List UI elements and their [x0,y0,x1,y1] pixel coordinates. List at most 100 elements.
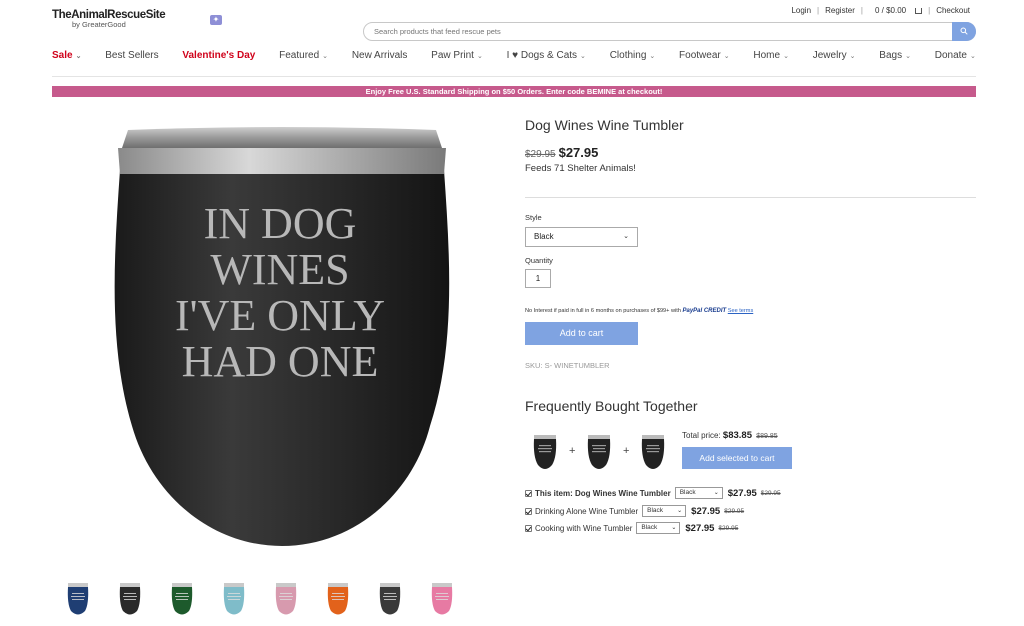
fbt-item-old-price: $29.95 [724,507,745,515]
style-select[interactable]: Black ⌄ [525,227,638,247]
nav-item[interactable]: I ♥ Dogs & Cats ⌄ [507,50,586,67]
main-nav: Sale ⌄ Best Sellers Valentine's Day Featured… [52,50,976,67]
see-terms-link[interactable]: See terms [728,308,754,314]
nav-item[interactable]: New Arrivals [352,50,408,67]
thumbnail-image [431,583,453,615]
fbt-total: Total price: $83.85 $89.85 [682,430,778,441]
product-thumbnail[interactable] [364,582,416,618]
fbt-product-image[interactable] [586,433,612,473]
checkout-link[interactable]: Checkout [930,6,976,15]
product-title: Dog Wines Wine Tumbler [525,117,684,133]
thumbnail-image [119,583,141,615]
cart-total: 0 / $0.00 [874,6,907,15]
fbt-style-select[interactable]: Black ⌄ [674,487,723,499]
total-label: Total price: [682,431,721,440]
nav-item[interactable]: Donate ⌄ [935,50,976,67]
add-to-cart-button[interactable]: Add to cart [525,322,638,345]
nav-item-label: Footwear [679,50,721,61]
chevron-down-icon: ⌄ [580,53,586,60]
plus-icon: + [569,445,576,457]
total-old-price: $89.85 [756,433,778,440]
chevron-down-icon: ⌄ [783,53,789,60]
fbt-style-select[interactable]: Black ⌄ [636,522,681,534]
fbt-item-name[interactable]: Drinking Alone Wine Tumbler [535,507,638,516]
nav-item-label: Home [753,50,781,61]
nav-item-label: New Arrivals [351,50,408,61]
fbt-item-price: $27.95 [727,487,757,499]
product-thumbnail[interactable] [312,582,364,618]
nav-item-label: Sale [52,50,73,61]
style-value: Black [534,232,554,241]
product-thumbnail[interactable] [52,582,104,618]
promo-banner[interactable]: Enjoy Free U.S. Standard Shipping on $50… [52,86,976,97]
product-thumbnail[interactable] [416,582,468,618]
quantity-input[interactable]: 1 [525,269,551,288]
tumbler-print: IN DOG WINES I'VE ONLY HAD ONE [175,199,385,386]
nav-item[interactable]: Featured ⌄ [279,50,328,67]
chevron-down-icon: ⌄ [476,53,483,60]
feeds-note: Feeds 71 Shelter Animals! [525,163,636,174]
fbt-item-checkbox[interactable] [525,507,532,515]
nav-divider [52,76,976,77]
section-divider [525,197,976,198]
fbt-item-price: $27.95 [685,522,715,534]
thumbnail-image [223,583,245,615]
fbt-title: Frequently Bought Together [525,398,698,414]
fbt-item-row: Cooking with Wine Tumbler Black ⌄ $27.95 $29… [525,522,738,534]
cart-link[interactable]: 0 / $0.00 [863,6,928,15]
nav-item-label: Paw Print [431,50,474,61]
nav-item[interactable]: Home ⌄ [753,50,789,67]
product-thumbnail[interactable] [104,582,156,618]
nav-item-label: Featured [279,50,320,61]
nav-item[interactable]: Clothing ⌄ [610,50,656,67]
product-thumbnail[interactable] [156,582,208,618]
thumbnail-image [67,583,89,615]
nav-item-label: Bags [879,50,903,61]
paypal-text: No Interest if paid in full in 6 months … [525,308,681,314]
chevron-down-icon: ⌄ [623,233,629,240]
fbt-item-name[interactable]: Cooking with Wine Tumbler [535,524,632,533]
nav-item[interactable]: Paw Print ⌄ [431,50,483,67]
paypal-credit-note: No Interest if paid in full in 6 months … [525,308,753,314]
cart-icon [915,7,923,14]
chevron-down-icon: ⌄ [75,53,82,60]
thumbnail-image [171,583,193,615]
nav-item[interactable]: Bags ⌄ [879,50,911,67]
fbt-item-checkbox[interactable] [525,489,532,497]
chevron-down-icon: ⌄ [970,53,976,60]
chevron-down-icon: ⌄ [671,525,677,531]
fbt-product-image[interactable] [640,433,666,473]
search-button[interactable] [952,22,976,41]
chevron-down-icon: ⌄ [322,53,329,60]
nav-item-label: Valentine's Day [182,50,256,61]
thumbnail-strip [52,582,468,618]
product-thumbnail[interactable] [260,582,312,618]
product-thumbnail[interactable] [208,582,260,618]
nav-item[interactable]: Sale ⌄ [52,50,81,67]
search-input[interactable] [374,27,934,36]
nav-item-label: Jewelry [812,50,847,61]
nav-item[interactable]: Footwear ⌄ [679,50,730,67]
plus-icon: + [623,445,630,457]
fbt-item-old-price: $29.95 [718,524,739,532]
site-logo[interactable]: TheAnimalRescueSite by GreaterGood ✦ [46,3,222,43]
chevron-down-icon: ⌄ [677,508,683,514]
nav-item[interactable]: Valentine's Day [182,50,255,67]
fbt-style-select[interactable]: Black ⌄ [642,505,687,517]
style-label: Style [525,213,542,222]
paypal-credit-logo: PayPal CREDIT [682,308,727,314]
add-selected-button[interactable]: Add selected to cart [682,447,792,469]
register-link[interactable]: Register [819,6,861,15]
chevron-down-icon: ⌄ [649,53,656,60]
print-line: WINES [210,245,349,294]
fbt-item-checkbox[interactable] [525,524,532,532]
login-link[interactable]: Login [785,6,817,15]
nav-item[interactable]: Best Sellers [105,50,158,67]
thumbnail-image [327,583,349,615]
fbt-product-image[interactable] [532,433,558,473]
fbt-style-value: Black [679,489,696,496]
product-image[interactable]: IN DOG WINES I'VE ONLY HAD ONE [112,126,452,558]
thumbnail-image [379,583,401,615]
nav-item[interactable]: Jewelry ⌄ [813,50,856,67]
fbt-item-name[interactable]: This item: Dog Wines Wine Tumbler [535,489,671,498]
